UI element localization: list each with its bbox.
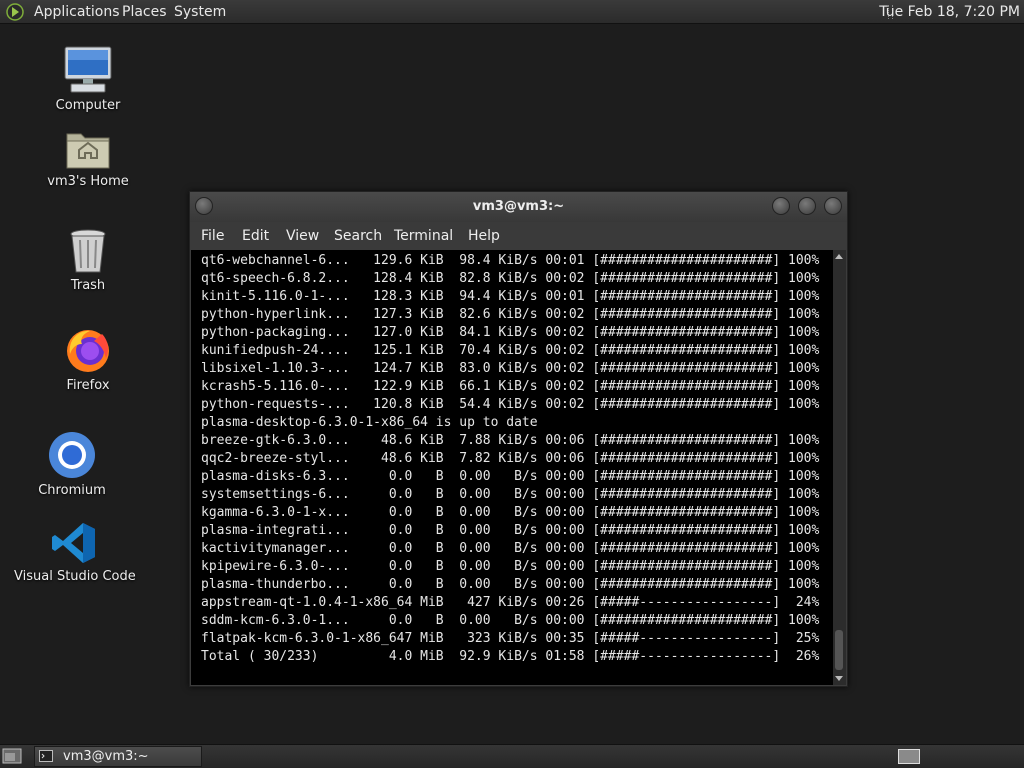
window-titlebar[interactable]: vm3@vm3:~ — [190, 192, 847, 222]
desktop-icon-firefox[interactable]: Firefox — [48, 326, 128, 393]
desktop-icon-label: Firefox — [66, 378, 110, 393]
desktop-icon-trash[interactable]: Trash — [48, 228, 128, 293]
applications-menu[interactable]: Applications — [34, 3, 120, 21]
chromium-icon — [49, 432, 95, 478]
desktop-icon-label: vm3's Home — [47, 174, 129, 189]
menu-file[interactable]: File — [201, 228, 224, 244]
top-panel: Applications Places System Tue Feb 18, 7… — [0, 0, 1024, 24]
desktop-icon-label: Visual Studio Code — [14, 569, 136, 584]
close-button[interactable] — [824, 197, 842, 215]
desktop-icon-label: Chromium — [38, 483, 106, 498]
computer-icon — [64, 46, 112, 93]
vscode-icon — [52, 523, 95, 563]
menu-help[interactable]: Help — [468, 228, 500, 244]
taskbar-terminal-label: vm3@vm3:~ — [63, 749, 149, 764]
trash-icon — [70, 229, 106, 273]
menu-view[interactable]: View — [286, 228, 319, 244]
window-title: vm3@vm3:~ — [472, 199, 565, 214]
taskbar-terminal-button[interactable]: vm3@vm3:~ — [34, 746, 202, 767]
clock[interactable]: Tue Feb 18, 7:20 PM — [879, 3, 1020, 21]
terminal-window[interactable]: vm3@vm3:~ File Edit View Search Terminal… — [189, 191, 848, 687]
desktop-icon-chromium[interactable]: Chromium — [32, 431, 112, 498]
menu-terminal[interactable]: Terminal — [394, 228, 453, 244]
terminal-text: qt6-webchannel-6... 129.6 KiB 98.4 KiB/s… — [201, 253, 820, 664]
minimize-button[interactable] — [772, 197, 790, 215]
bottom-panel: vm3@vm3:~ — [0, 744, 1024, 768]
desktop-icon-computer[interactable]: Computer — [48, 46, 128, 113]
firefox-icon — [67, 330, 109, 372]
desktop-icon-home[interactable]: vm3's Home — [38, 128, 138, 189]
scroll-down-arrow-icon[interactable] — [835, 676, 843, 681]
places-menu[interactable]: Places — [122, 3, 167, 21]
home-folder-icon — [66, 133, 110, 169]
terminal-scrollbar[interactable] — [833, 250, 846, 685]
distro-logo-icon[interactable] — [6, 3, 24, 21]
desktop-icon-label: Computer — [55, 98, 121, 113]
desktop-icon-label: Trash — [70, 278, 106, 293]
terminal-icon — [39, 750, 53, 762]
terminal-menubar: File Edit View Search Terminal Help — [190, 222, 847, 250]
scrollbar-thumb[interactable] — [835, 630, 843, 670]
menu-edit[interactable]: Edit — [242, 228, 269, 244]
scroll-up-arrow-icon[interactable] — [835, 254, 843, 259]
desktop-icon-vscode[interactable]: Visual Studio Code — [14, 521, 136, 584]
workspace-switcher[interactable] — [898, 749, 920, 764]
system-menu[interactable]: System — [174, 3, 226, 21]
maximize-button[interactable] — [798, 197, 816, 215]
show-desktop-icon[interactable] — [2, 748, 22, 764]
menu-search[interactable]: Search — [334, 228, 382, 244]
terminal-output[interactable]: qt6-webchannel-6... 129.6 KiB 98.4 KiB/s… — [191, 250, 833, 685]
